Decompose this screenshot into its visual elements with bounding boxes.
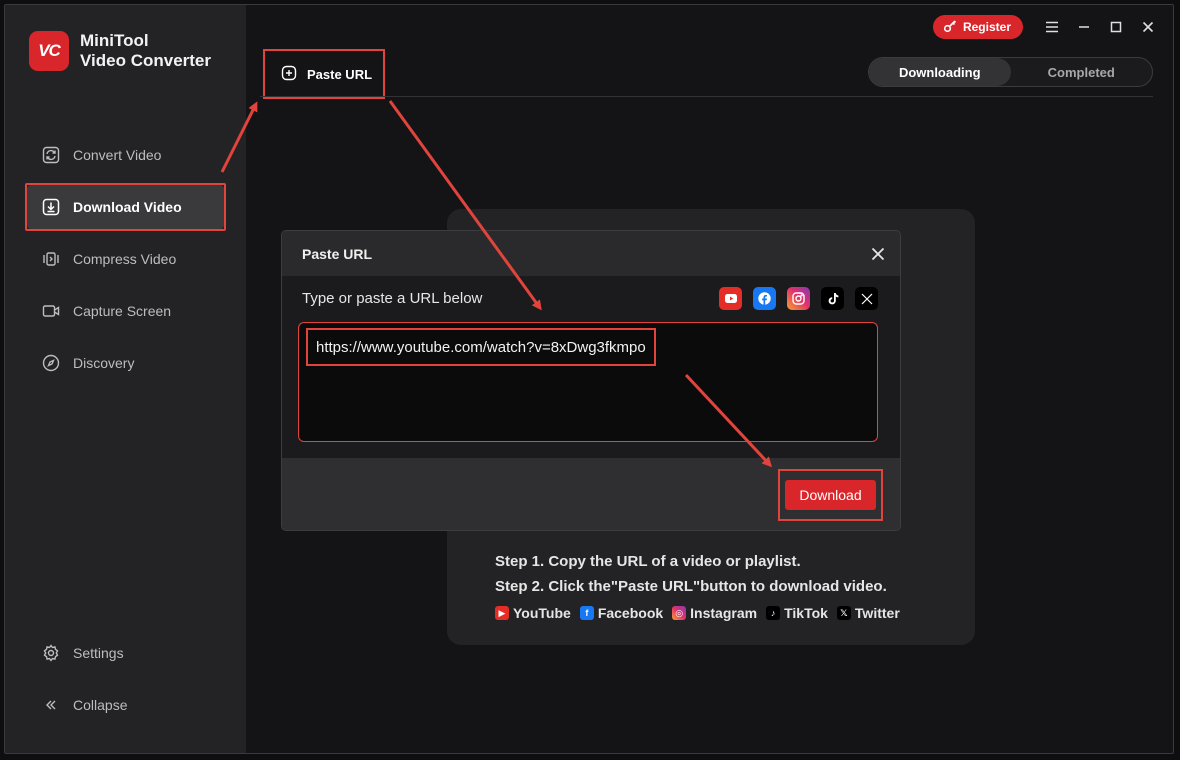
camera-icon — [41, 301, 61, 321]
compass-icon — [41, 353, 61, 373]
platform-youtube: ▶ YouTube — [495, 605, 571, 621]
sidebar-item-settings[interactable]: Settings — [27, 631, 224, 675]
sidebar-item-label: Capture Screen — [73, 303, 172, 319]
minimize-icon[interactable] — [1073, 16, 1095, 38]
sidebar-item-label: Settings — [73, 645, 124, 661]
youtube-icon — [719, 287, 742, 310]
platform-label: Facebook — [597, 605, 664, 621]
platform-label: Twitter — [854, 605, 900, 621]
gear-icon — [41, 643, 61, 663]
app-name-line2: Video Converter — [80, 51, 212, 70]
url-input-label: Type or paste a URL below — [302, 290, 483, 307]
facebook-icon: f — [579, 606, 594, 620]
instructions: Step 1. Copy the URL of a video or playl… — [495, 549, 887, 599]
download-icon — [41, 197, 61, 217]
dialog-body: Type or paste a URL below https://www.yo… — [282, 276, 900, 458]
close-window-icon[interactable] — [1137, 16, 1159, 38]
platform-tiktok: ♪ TikTok — [766, 605, 828, 621]
plus-square-icon — [281, 65, 297, 84]
register-button[interactable]: Register — [932, 15, 1023, 39]
instagram-icon: ◎ — [672, 606, 687, 620]
facebook-icon — [753, 287, 776, 310]
social-icons — [719, 287, 878, 310]
sidebar-item-collapse[interactable]: Collapse — [27, 683, 224, 727]
sidebar-item-convert-video[interactable]: Convert Video — [27, 133, 224, 177]
sidebar-item-capture-screen[interactable]: Capture Screen — [27, 289, 224, 333]
platform-label: YouTube — [513, 605, 571, 621]
tab-completed[interactable]: Completed — [1011, 58, 1153, 86]
top-bar: Register Paste URL Downloading Completed — [246, 5, 1173, 100]
youtube-icon: ▶ — [495, 606, 509, 620]
sidebar-item-label: Collapse — [73, 697, 128, 713]
x-twitter-icon — [855, 287, 878, 310]
app-window: VC MiniTool Video Converter Convert Vide… — [4, 4, 1174, 754]
sidebar-item-label: Discovery — [73, 355, 135, 371]
sidebar-item-compress-video[interactable]: Compress Video — [27, 237, 224, 281]
app-name-line1: MiniTool — [80, 31, 149, 50]
tab-downloading[interactable]: Downloading — [869, 58, 1011, 86]
close-icon[interactable] — [868, 244, 888, 264]
maximize-icon[interactable] — [1105, 16, 1127, 38]
platform-twitter: 𝕏 Twitter — [836, 605, 900, 621]
sidebar-item-label: Compress Video — [73, 251, 177, 267]
step-2-text: Step 2. Click the"Paste URL"button to do… — [495, 578, 887, 595]
download-button-highlight: Download — [778, 469, 883, 521]
platform-facebook: f Facebook — [579, 605, 664, 621]
app-name: MiniTool Video Converter — [80, 31, 211, 71]
step-1-text: Step 1. Copy the URL of a video or playl… — [495, 553, 801, 570]
app-logo-icon: VC — [29, 31, 69, 71]
compress-icon — [41, 249, 61, 269]
supported-platforms: ▶ YouTube f Facebook ◎ Instagram ♪ TikTo… — [495, 605, 900, 621]
sidebar-bottom: Settings Collapse — [5, 631, 246, 735]
double-chevron-left-icon — [41, 695, 61, 715]
url-input[interactable]: https://www.youtube.com/watch?v=8xDwg3fk… — [298, 322, 878, 442]
register-label: Register — [962, 20, 1011, 34]
dialog-title: Paste URL — [282, 231, 900, 276]
paste-url-button[interactable]: Paste URL — [263, 49, 385, 99]
sidebar-item-discovery[interactable]: Discovery — [27, 341, 224, 385]
key-icon — [943, 19, 957, 36]
dialog-footer: Download — [282, 458, 900, 530]
paste-url-label: Paste URL — [307, 66, 373, 82]
refresh-icon — [41, 145, 61, 165]
tiktok-icon: ♪ — [766, 606, 781, 620]
sidebar-nav: Convert Video Download Video Compress Vi… — [5, 133, 246, 393]
x-twitter-icon: 𝕏 — [836, 606, 851, 620]
app-logo: VC MiniTool Video Converter — [29, 31, 211, 71]
platform-instagram: ◎ Instagram — [672, 605, 757, 621]
tiktok-icon — [821, 287, 844, 310]
sidebar-item-label: Convert Video — [73, 147, 162, 163]
menu-icon[interactable] — [1041, 16, 1063, 38]
download-button[interactable]: Download — [785, 480, 876, 510]
window-controls: Register — [932, 15, 1159, 39]
platform-label: TikTok — [784, 605, 828, 621]
topbar-divider — [260, 96, 1153, 97]
sidebar-item-label: Download Video — [73, 199, 182, 215]
paste-url-dialog: Paste URL Type or paste a URL below http… — [281, 230, 901, 531]
url-input-value: https://www.youtube.com/watch?v=8xDwg3fk… — [306, 328, 656, 366]
platform-label: Instagram — [690, 605, 758, 621]
sidebar-item-download-video[interactable]: Download Video — [25, 183, 226, 231]
instagram-icon — [787, 287, 810, 310]
download-tabs: Downloading Completed — [868, 57, 1153, 87]
sidebar: VC MiniTool Video Converter Convert Vide… — [5, 5, 246, 753]
